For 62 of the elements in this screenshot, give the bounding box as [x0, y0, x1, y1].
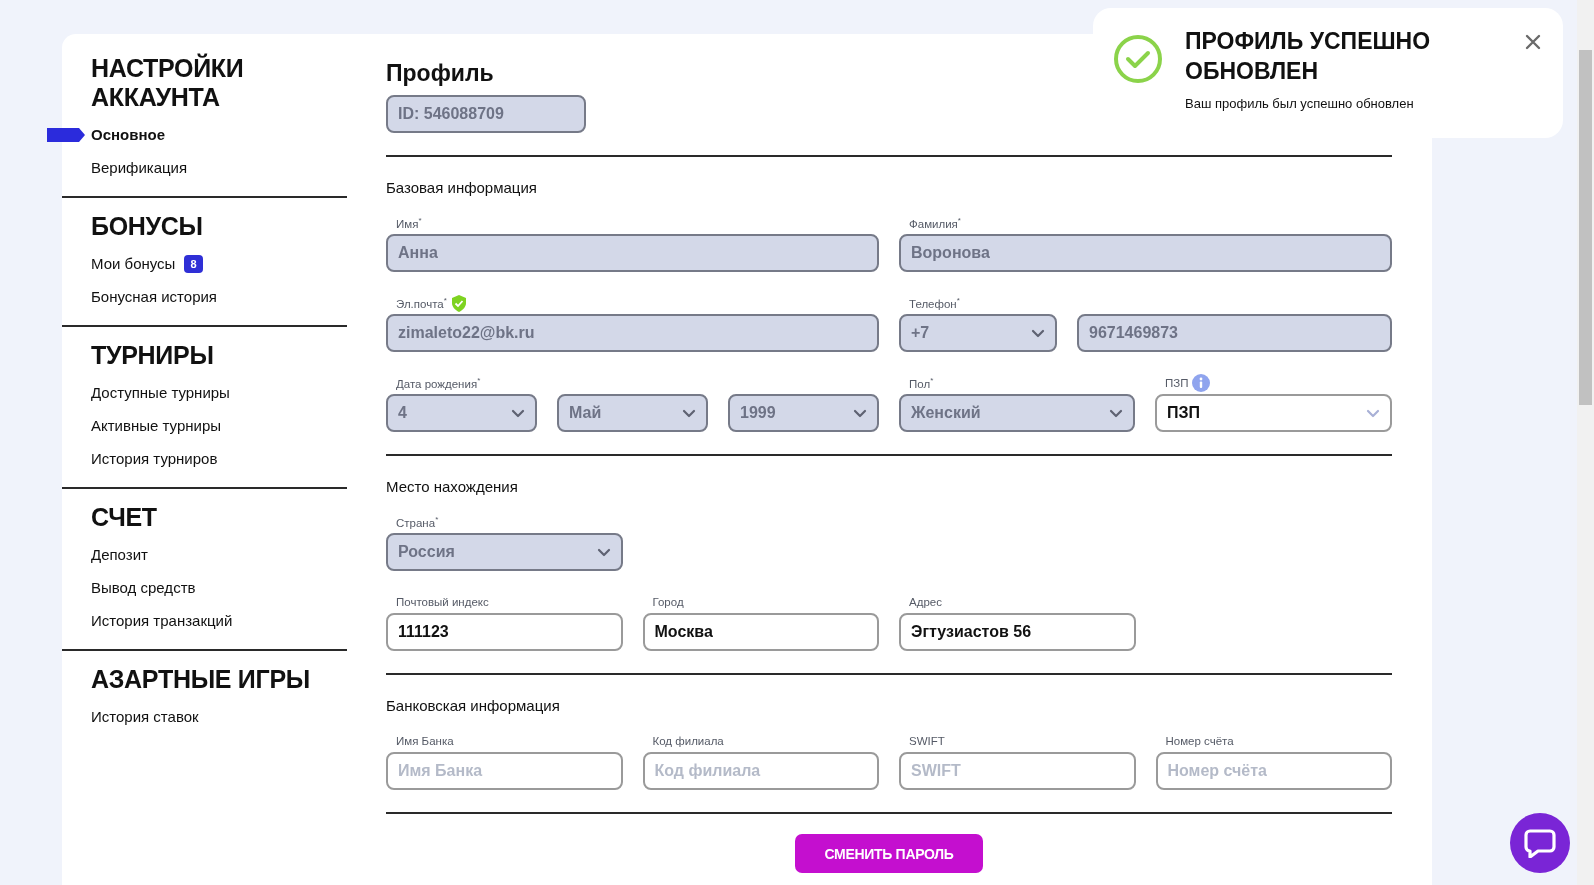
page-title: Профиль [386, 60, 494, 87]
scroll-bar[interactable] [1577, 0, 1594, 885]
field-label: Эл.почта$^{*}$ [396, 296, 447, 310]
field-label: Имя$^{*}$ [396, 216, 422, 230]
input-field[interactable]: SWIFT [899, 752, 1136, 790]
chevron-down-icon [511, 408, 525, 418]
chevron-down-icon [1109, 408, 1123, 418]
chevron-down-icon [853, 408, 867, 418]
scroll-thumb[interactable] [1579, 50, 1592, 405]
input-field[interactable]: 111123 [386, 613, 623, 651]
menu-link[interactable]: Бонусная история [91, 288, 217, 305]
menu-link[interactable]: Основное [91, 126, 166, 143]
menu-link[interactable]: Депозит [91, 546, 148, 563]
close-icon [1525, 34, 1541, 50]
section-heading: Место нахождения [386, 478, 519, 495]
section-heading: НАСТРОЙКИ АККАУНТА [91, 54, 245, 112]
field-label: Фамилия$^{*}$ [909, 216, 961, 230]
field-label: Имя Банка [396, 735, 454, 747]
input-field[interactable]: Номер счёта [1155, 752, 1392, 790]
menu-link[interactable]: Мои бонусы [91, 255, 176, 272]
menu-link[interactable]: История транзакций [91, 612, 233, 629]
chat-button[interactable] [1510, 813, 1570, 873]
section-heading: СЧЕТ [91, 503, 158, 532]
field-label: Город [652, 596, 684, 608]
toast-message: Ваш профиль был успешно обновлен [1185, 96, 1415, 111]
section-heading: БОНУСЫ [91, 212, 204, 241]
field-label: Телефон$^{*}$ [909, 296, 960, 310]
field-label: Дата рождения$^{*}$ [396, 376, 481, 390]
field-label: Пол$^{*}$ [909, 376, 934, 390]
field-label: ПЗП [1165, 377, 1189, 389]
field-label: Страна$^{*}$ [396, 515, 439, 529]
change-password-button[interactable]: СМЕНИТЬ ПАРОЛЬ [795, 834, 983, 873]
close-button[interactable] [1525, 34, 1541, 50]
selected-marker-icon [47, 128, 85, 142]
input-field[interactable]: Код филиала [642, 752, 879, 790]
menu-link[interactable]: Доступные турниры [91, 384, 230, 401]
section-heading: Базовая информация [386, 179, 538, 196]
field-label: Код филиала [652, 735, 724, 747]
section-heading: АЗАРТНЫЕ ИГРЫ [91, 665, 311, 694]
menu-link[interactable]: Верификация [91, 159, 188, 176]
toast-title: ПРОФИЛЬ УСПЕШНО ОБНОВЛЕН [1185, 27, 1432, 86]
chevron-down-icon [596, 547, 611, 557]
menu-link[interactable]: Вывод средств [91, 579, 196, 596]
count-badge: 8 [184, 254, 203, 273]
success-check-icon [1113, 34, 1163, 84]
field-label: Адрес [909, 596, 942, 608]
input-field[interactable]: Имя Банка [386, 752, 623, 790]
dropdown[interactable]: ПЗП [1155, 394, 1392, 432]
menu-link[interactable]: История ставок [91, 708, 199, 725]
input-field[interactable]: Эгтузиастов 56 [899, 613, 1136, 651]
chevron-down-icon [1366, 408, 1380, 418]
field-label: SWIFT [909, 735, 945, 747]
menu-link[interactable]: Активные турниры [91, 417, 222, 434]
chevron-down-icon [1031, 328, 1045, 338]
input-field[interactable]: Москва [642, 613, 879, 651]
field-label: Почтовый индекс [396, 596, 489, 608]
chat-bubble-icon [1524, 828, 1556, 858]
section-heading: Банковская информация [386, 697, 561, 714]
section-heading: ТУРНИРЫ [91, 341, 215, 370]
menu-link[interactable]: История турниров [91, 450, 218, 467]
chevron-down-icon [682, 408, 696, 418]
field-label: Номер счёта [1165, 735, 1234, 747]
